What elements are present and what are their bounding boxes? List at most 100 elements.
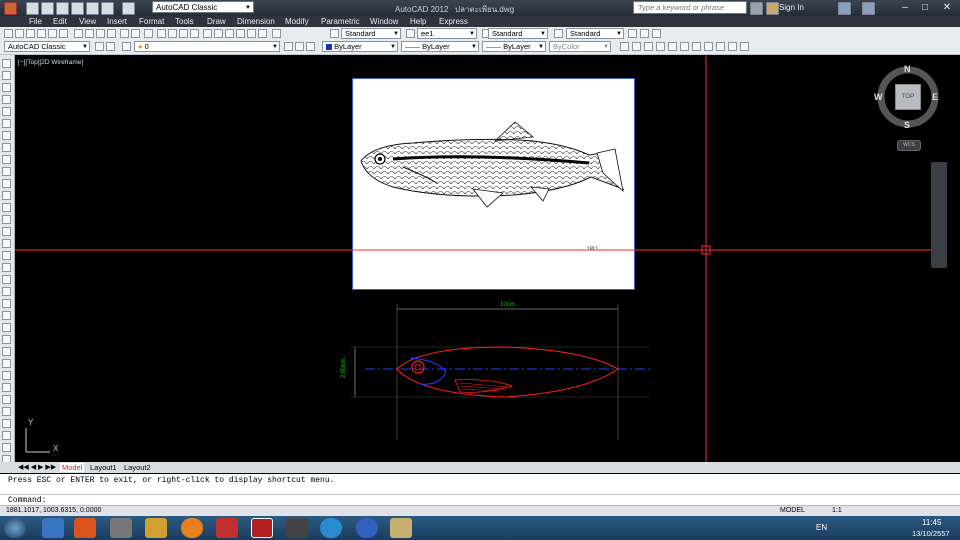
- clock-time[interactable]: 11:45: [922, 518, 941, 527]
- draw-tool-icon[interactable]: [2, 95, 11, 104]
- draw-tool-icon[interactable]: [2, 311, 11, 320]
- viewcube-north[interactable]: N: [904, 64, 911, 74]
- app-icon[interactable]: [286, 518, 308, 538]
- draw-tool-icon[interactable]: [2, 323, 11, 332]
- undo-icon[interactable]: [131, 29, 140, 38]
- model-space-button[interactable]: MODEL: [780, 507, 805, 514]
- viewcube-top-face[interactable]: TOP: [895, 84, 921, 110]
- save-as-icon[interactable]: [71, 2, 84, 15]
- properties-icon[interactable]: [203, 29, 212, 38]
- draw-tool-icon[interactable]: [2, 143, 11, 152]
- workspace-select[interactable]: AutoCAD Classic ▼: [152, 1, 254, 13]
- internet-explorer-icon[interactable]: [320, 518, 342, 538]
- close-button[interactable]: ✕: [937, 1, 957, 14]
- app-menu-icon[interactable]: [4, 2, 17, 15]
- undo-icon[interactable]: [101, 2, 114, 15]
- menu-window[interactable]: Window: [370, 17, 398, 26]
- draw-tool-icon[interactable]: [2, 155, 11, 164]
- mleader-style-select[interactable]: Standard ▼: [566, 28, 624, 39]
- help-icon[interactable]: [272, 29, 281, 38]
- draw-tool-icon[interactable]: [2, 419, 11, 428]
- markup-icon[interactable]: [247, 29, 256, 38]
- menu-edit[interactable]: Edit: [53, 17, 67, 26]
- app-icon[interactable]: [356, 518, 378, 538]
- layer-properties-icon[interactable]: [122, 42, 131, 51]
- redo-icon[interactable]: [144, 29, 153, 38]
- toolbar-icon[interactable]: [740, 42, 749, 51]
- app-icon[interactable]: [110, 518, 132, 538]
- toolbar-icon[interactable]: [716, 42, 725, 51]
- media-player-icon[interactable]: [74, 518, 96, 538]
- width-dimension-text[interactable]: 10cm.: [500, 302, 516, 308]
- toolbar-icon[interactable]: [644, 42, 653, 51]
- layer-previous-icon[interactable]: [295, 42, 304, 51]
- draw-tool-icon[interactable]: [2, 251, 11, 260]
- draw-tool-icon[interactable]: [2, 71, 11, 80]
- layer-states-icon[interactable]: [306, 42, 315, 51]
- gear-icon[interactable]: [95, 42, 104, 51]
- table-style-select[interactable]: Standard ▼: [488, 28, 548, 39]
- color-select[interactable]: ByLayer ▼: [322, 41, 398, 52]
- sheet-set-icon[interactable]: [236, 29, 245, 38]
- draw-tool-icon[interactable]: [2, 191, 11, 200]
- height-dimension-text[interactable]: 2.00cm.: [341, 357, 347, 378]
- zoom-realtime-icon[interactable]: [168, 29, 177, 38]
- tab-model[interactable]: Model: [60, 463, 85, 472]
- draw-tool-icon[interactable]: [2, 443, 11, 452]
- draw-tool-icon[interactable]: [2, 359, 11, 368]
- linetype-select[interactable]: —— ByLayer ▼: [401, 41, 479, 52]
- menu-parametric[interactable]: Parametric: [321, 17, 360, 26]
- tab-nav-arrows[interactable]: ◀◀ ◀ ▶ ▶▶: [18, 463, 56, 471]
- block-editor-icon[interactable]: [120, 29, 129, 38]
- open-icon[interactable]: [15, 29, 24, 38]
- toolbar-icon[interactable]: [620, 42, 629, 51]
- zoom-previous-icon[interactable]: [190, 29, 199, 38]
- paste-icon[interactable]: [96, 29, 105, 38]
- draw-tool-icon[interactable]: [2, 179, 11, 188]
- coordinates-readout[interactable]: 1881.1017, 1003.6315, 0.0000: [6, 507, 101, 514]
- dim-style-select[interactable]: ee1 ▼: [417, 28, 477, 39]
- redo-icon[interactable]: [122, 2, 135, 15]
- text-style-icon[interactable]: [330, 29, 339, 38]
- user-icon[interactable]: [766, 2, 779, 15]
- draw-tool-icon[interactable]: [2, 239, 11, 248]
- draw-tool-icon[interactable]: [2, 263, 11, 272]
- menu-tools[interactable]: Tools: [175, 17, 194, 26]
- language-indicator[interactable]: EN: [816, 523, 827, 532]
- save-icon[interactable]: [26, 29, 35, 38]
- draw-tool-icon[interactable]: [2, 407, 11, 416]
- toolbar-icon[interactable]: [692, 42, 701, 51]
- save-icon[interactable]: [56, 2, 69, 15]
- start-button[interactable]: [4, 518, 26, 538]
- annotation-scale[interactable]: 1:1: [832, 507, 842, 514]
- workspace-icon[interactable]: [106, 42, 115, 51]
- navigation-bar[interactable]: [931, 162, 947, 268]
- plotstyle-select[interactable]: ByColor ▼: [549, 41, 611, 52]
- draw-tool-icon[interactable]: [2, 431, 11, 440]
- menu-view[interactable]: View: [79, 17, 96, 26]
- draw-tool-icon[interactable]: [2, 215, 11, 224]
- autocad-icon[interactable]: [251, 518, 273, 538]
- tool-palettes-icon[interactable]: [225, 29, 234, 38]
- exchange-icon[interactable]: [838, 2, 851, 15]
- minimize-button[interactable]: –: [895, 1, 915, 14]
- qnew-icon[interactable]: [4, 29, 13, 38]
- toolbar-icon[interactable]: [680, 42, 689, 51]
- explorer-icon[interactable]: [42, 518, 64, 538]
- zoom-window-icon[interactable]: [179, 29, 188, 38]
- menu-insert[interactable]: Insert: [107, 17, 127, 26]
- open-icon[interactable]: [41, 2, 54, 15]
- search-icon[interactable]: [750, 2, 763, 15]
- paint-icon[interactable]: [390, 518, 412, 538]
- layer-select[interactable]: ● 0 ▼: [134, 41, 280, 52]
- menu-draw[interactable]: Draw: [207, 17, 226, 26]
- help-icon[interactable]: [862, 2, 875, 15]
- viewport-controls[interactable]: [−][Top][2D Wireframe]: [18, 59, 83, 66]
- publish-icon[interactable]: [59, 29, 68, 38]
- viewcube-south[interactable]: S: [904, 120, 910, 130]
- maximize-button[interactable]: □: [915, 1, 935, 14]
- toolbar-icon[interactable]: [640, 29, 649, 38]
- draw-tool-icon[interactable]: [2, 371, 11, 380]
- draw-tool-icon[interactable]: [2, 299, 11, 308]
- tab-layout2[interactable]: Layout2: [124, 463, 151, 472]
